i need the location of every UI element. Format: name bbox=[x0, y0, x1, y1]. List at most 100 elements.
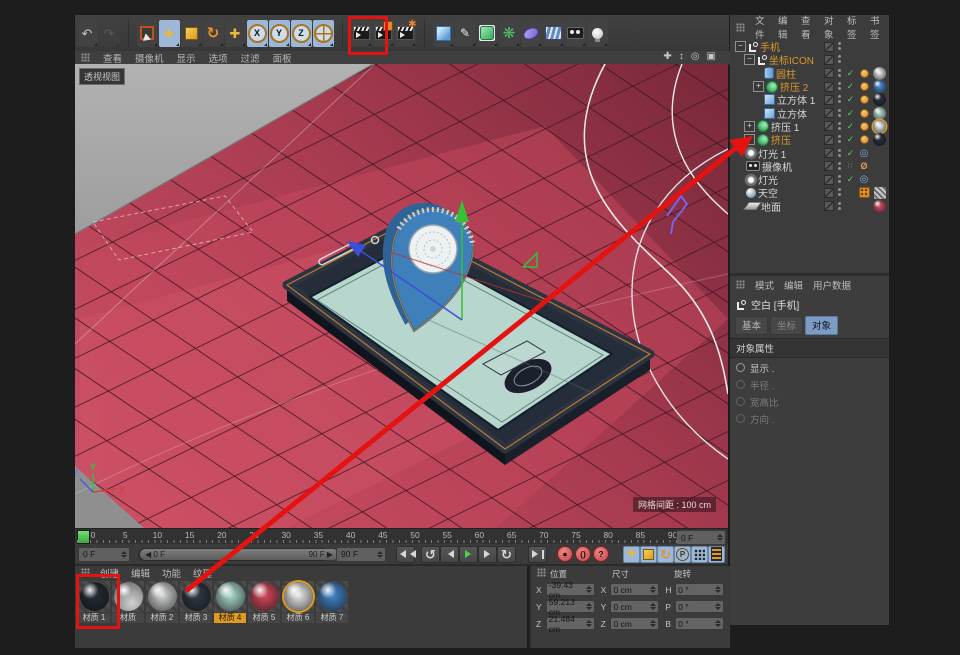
visibility-toggle-icon[interactable] bbox=[823, 54, 834, 65]
tab-基本[interactable]: 基本 bbox=[735, 316, 769, 335]
position-field[interactable]: 21.484 cm bbox=[545, 614, 595, 634]
editor-render-dots-icon[interactable] bbox=[838, 148, 841, 158]
goto-start-button[interactable] bbox=[396, 545, 416, 563]
enabled-check-icon[interactable]: ✓ bbox=[847, 68, 855, 79]
object-tree-row[interactable]: 立方体 1 ✓ bbox=[730, 93, 889, 107]
material-sphere[interactable] bbox=[317, 582, 347, 611]
object-tree-row[interactable]: 圆柱 ✓ bbox=[730, 66, 889, 81]
material-tag-icon[interactable] bbox=[873, 66, 886, 80]
object-manager-menu-item[interactable]: 书签 bbox=[870, 13, 883, 41]
editor-render-dots-icon[interactable] bbox=[838, 188, 841, 197]
size-field[interactable]: 0 cm bbox=[610, 583, 660, 596]
coordinate-system-icon[interactable] bbox=[312, 19, 334, 47]
current-frame-field[interactable]: 0 F bbox=[78, 546, 130, 562]
material-swatch[interactable]: 材质 7 bbox=[316, 581, 348, 623]
material-tag-icon[interactable] bbox=[873, 106, 886, 120]
timeline-ruler[interactable]: 0 5 10 15 20 25 30 35 40 45 50 55 60 65 70 75 80 85 90 0 F bbox=[75, 528, 728, 545]
phong-tag-icon[interactable] bbox=[859, 121, 869, 131]
render-view-icon[interactable] bbox=[350, 19, 372, 47]
play-button[interactable] bbox=[459, 545, 478, 563]
editor-render-dots-icon[interactable] bbox=[838, 135, 841, 144]
material-tag-icon[interactable] bbox=[873, 119, 886, 133]
keyframe-help-button[interactable]: ? bbox=[593, 546, 609, 562]
editor-render-dots-icon[interactable] bbox=[838, 68, 841, 78]
object-manager-menu-item[interactable]: 查看 bbox=[801, 13, 814, 41]
stepper-arrows-icon[interactable] bbox=[715, 620, 722, 627]
tab-坐标[interactable]: 坐标 bbox=[770, 316, 804, 335]
visibility-toggle-icon[interactable] bbox=[823, 94, 834, 105]
protection-tag-icon[interactable]: Ø bbox=[860, 161, 867, 171]
record-scale-toggle[interactable] bbox=[640, 545, 657, 563]
viewport-menu-item[interactable]: 查看 bbox=[103, 51, 122, 65]
attribute-menu-item[interactable]: 模式 bbox=[755, 278, 774, 292]
animation-dot-icon[interactable] bbox=[736, 363, 745, 372]
visibility-toggle-icon[interactable] bbox=[823, 68, 834, 79]
material-menu-item[interactable]: 创建 bbox=[100, 566, 119, 580]
dolly-view-icon[interactable]: ↕ bbox=[679, 51, 684, 62]
record-parameter-toggle[interactable]: P bbox=[674, 545, 691, 563]
material-swatch[interactable]: 材质 5 bbox=[248, 581, 280, 623]
material-sphere[interactable] bbox=[249, 582, 279, 611]
material-sphere[interactable] bbox=[181, 582, 211, 611]
attribute-menu-item[interactable]: 用户数据 bbox=[813, 278, 851, 292]
viewport-menu-item[interactable]: 摄像机 bbox=[135, 51, 164, 65]
material-menu-item[interactable]: 纹理 bbox=[193, 566, 212, 580]
stepper-arrows-icon[interactable] bbox=[585, 586, 592, 593]
enabled-check-icon[interactable]: ✓ bbox=[847, 108, 855, 119]
target-tag-icon[interactable]: ◎ bbox=[860, 148, 869, 159]
phong-tag-icon[interactable] bbox=[859, 68, 869, 78]
enabled-check-icon[interactable]: ✓ bbox=[847, 174, 855, 185]
panel-grip-icon[interactable] bbox=[537, 568, 546, 577]
phong-tag-icon[interactable] bbox=[859, 82, 869, 92]
z-axis-lock-icon[interactable]: Z bbox=[290, 19, 312, 47]
animation-dot-icon[interactable] bbox=[736, 397, 745, 406]
object-tree-row[interactable]: 灯光 ✓ ◎ bbox=[730, 173, 889, 187]
enabled-check-icon[interactable]: ✓ bbox=[847, 94, 855, 105]
state-dots-icon[interactable]: ∷ bbox=[848, 162, 853, 170]
object-tree-row[interactable]: 灯光 1 ✓ ◎ bbox=[730, 146, 889, 161]
position-field[interactable]: 59.213 cm bbox=[545, 597, 595, 617]
material-swatch[interactable]: 材质 6 bbox=[282, 581, 314, 623]
size-field[interactable]: 0 cm bbox=[610, 617, 660, 630]
object-tree-row[interactable]: + 挤压 ✓ bbox=[730, 133, 889, 147]
material-swatch[interactable]: 材质 1 bbox=[78, 581, 110, 623]
editor-render-dots-icon[interactable] bbox=[838, 161, 841, 171]
stepper-arrows-icon[interactable] bbox=[650, 603, 657, 610]
animation-dot-icon[interactable] bbox=[736, 380, 745, 389]
material-sphere[interactable] bbox=[113, 582, 143, 611]
panel-grip-icon[interactable] bbox=[81, 568, 90, 577]
minimal-timeline-button[interactable] bbox=[708, 545, 725, 563]
viewport-menu-item[interactable]: 选项 bbox=[209, 51, 228, 65]
editor-render-dots-icon[interactable] bbox=[838, 82, 841, 91]
attribute-menu-item[interactable]: 编辑 bbox=[784, 278, 803, 292]
editor-render-dots-icon[interactable] bbox=[838, 108, 841, 118]
record-rotation-toggle[interactable]: ↻ bbox=[657, 545, 674, 563]
primitive-cube-icon[interactable] bbox=[432, 19, 454, 47]
visibility-toggle-icon[interactable] bbox=[823, 134, 834, 145]
preview-range-slider[interactable]: ◀ 0 F 90 F ▶ bbox=[138, 547, 338, 561]
next-frame-button[interactable] bbox=[478, 545, 497, 563]
phong-tag-icon[interactable] bbox=[859, 95, 869, 105]
visibility-toggle-icon[interactable] bbox=[823, 174, 834, 185]
live-selection-icon[interactable] bbox=[136, 19, 158, 47]
tree-expander[interactable]: + bbox=[744, 120, 755, 132]
enabled-check-icon[interactable]: ✓ bbox=[847, 134, 855, 145]
panel-grip-icon[interactable] bbox=[736, 280, 745, 289]
object-manager-menu-item[interactable]: 编辑 bbox=[778, 13, 791, 41]
object-manager-menu-item[interactable]: 对象 bbox=[824, 13, 837, 41]
stepper-arrows-icon[interactable] bbox=[650, 586, 657, 593]
viewport-menu-item[interactable]: 面板 bbox=[273, 51, 292, 65]
previous-frame-button[interactable] bbox=[440, 545, 459, 563]
editor-render-dots-icon[interactable] bbox=[838, 55, 841, 64]
material-menu-item[interactable]: 功能 bbox=[162, 566, 181, 580]
object-tree-row[interactable]: 地面 bbox=[730, 199, 889, 214]
viewport-menu-item[interactable]: 过滤 bbox=[241, 51, 260, 65]
visibility-toggle-icon[interactable] bbox=[823, 148, 834, 159]
tree-expander[interactable]: + bbox=[753, 81, 764, 93]
ruler-frame-field[interactable]: 0 F bbox=[676, 530, 726, 545]
object-manager-menu-item[interactable]: 标签 bbox=[847, 13, 860, 41]
rotation-field[interactable]: 0 ° bbox=[675, 583, 725, 596]
generator-icon[interactable]: ❋ bbox=[498, 19, 520, 47]
rotation-field[interactable]: 0 ° bbox=[675, 600, 725, 613]
object-tree-row[interactable]: 立方体 ✓ bbox=[730, 106, 889, 121]
